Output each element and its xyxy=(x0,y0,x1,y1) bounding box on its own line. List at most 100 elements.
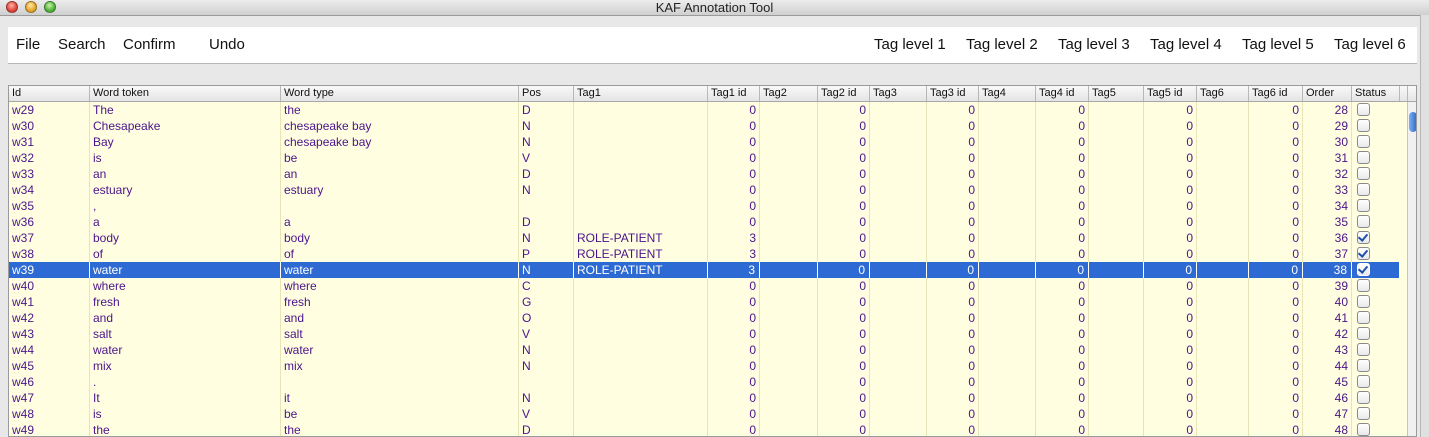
cell-tag1[interactable] xyxy=(574,102,708,118)
cell-tag1-id[interactable]: 0 xyxy=(708,310,760,326)
cell-tag4-id[interactable]: 0 xyxy=(1036,214,1089,230)
cell-word-type[interactable]: body xyxy=(281,230,519,246)
cell-tag1-id[interactable]: 0 xyxy=(708,374,760,390)
cell-tag6[interactable] xyxy=(1197,342,1249,358)
menu-tag-level-6[interactable]: Tag level 6 xyxy=(1334,27,1406,63)
cell-tag2[interactable] xyxy=(760,118,818,134)
cell-tag3-id[interactable]: 0 xyxy=(927,342,979,358)
cell-tag2[interactable] xyxy=(760,166,818,182)
cell-tag6-id[interactable]: 0 xyxy=(1249,422,1303,436)
cell-tag2[interactable] xyxy=(760,246,818,262)
cell-tag4[interactable] xyxy=(979,230,1036,246)
cell-id[interactable]: w38 xyxy=(9,246,90,262)
cell-tag4-id[interactable]: 0 xyxy=(1036,118,1089,134)
cell-word-type[interactable]: and xyxy=(281,310,519,326)
cell-order[interactable]: 41 xyxy=(1303,310,1352,326)
cell-tag3[interactable] xyxy=(870,262,927,278)
cell-tag2-id[interactable]: 0 xyxy=(818,198,870,214)
cell-tag1-id[interactable]: 0 xyxy=(708,358,760,374)
cell-pos[interactable]: N xyxy=(519,182,574,198)
cell-order[interactable]: 31 xyxy=(1303,150,1352,166)
cell-tag2-id[interactable]: 0 xyxy=(818,230,870,246)
cell-tag6[interactable] xyxy=(1197,278,1249,294)
cell-tag1[interactable] xyxy=(574,118,708,134)
cell-tag4-id[interactable]: 0 xyxy=(1036,374,1089,390)
cell-tag5-id[interactable]: 0 xyxy=(1144,326,1197,342)
cell-tag2-id[interactable]: 0 xyxy=(818,214,870,230)
cell-tag5[interactable] xyxy=(1089,294,1144,310)
cell-word-token[interactable]: . xyxy=(90,374,281,390)
cell-id[interactable]: w41 xyxy=(9,294,90,310)
cell-pos[interactable]: D xyxy=(519,166,574,182)
status-checkbox[interactable] xyxy=(1357,247,1370,260)
cell-tag1-id[interactable]: 0 xyxy=(708,326,760,342)
cell-pos[interactable] xyxy=(519,374,574,390)
cell-tag1-id[interactable]: 0 xyxy=(708,198,760,214)
scrollbar-thumb[interactable] xyxy=(1409,112,1416,132)
cell-tag6-id[interactable]: 0 xyxy=(1249,118,1303,134)
cell-tag6-id[interactable]: 0 xyxy=(1249,182,1303,198)
table-row[interactable]: w39 water water N ROLE-PATIENT 3 0 0 0 0 0 38 xyxy=(9,262,1400,278)
cell-id[interactable]: w33 xyxy=(9,166,90,182)
cell-tag6-id[interactable]: 0 xyxy=(1249,342,1303,358)
cell-id[interactable]: w37 xyxy=(9,230,90,246)
cell-status[interactable] xyxy=(1352,102,1400,118)
cell-id[interactable]: w48 xyxy=(9,406,90,422)
cell-tag4[interactable] xyxy=(979,374,1036,390)
cell-tag5-id[interactable]: 0 xyxy=(1144,214,1197,230)
cell-tag5[interactable] xyxy=(1089,230,1144,246)
cell-order[interactable]: 43 xyxy=(1303,342,1352,358)
cell-id[interactable]: w40 xyxy=(9,278,90,294)
cell-tag5-id[interactable]: 0 xyxy=(1144,262,1197,278)
cell-tag1[interactable] xyxy=(574,198,708,214)
cell-id[interactable]: w34 xyxy=(9,182,90,198)
cell-tag4-id[interactable]: 0 xyxy=(1036,102,1089,118)
table-row[interactable]: w31 Bay chesapeake bay N 0 0 0 0 0 0 30 xyxy=(9,134,1400,150)
table-row[interactable]: w38 of of P ROLE-PATIENT 3 0 0 0 0 0 37 xyxy=(9,246,1400,262)
cell-tag2-id[interactable]: 0 xyxy=(818,326,870,342)
cell-tag3-id[interactable]: 0 xyxy=(927,326,979,342)
table-row[interactable]: w49 the the D 0 0 0 0 0 0 48 xyxy=(9,422,1400,436)
cell-order[interactable]: 36 xyxy=(1303,230,1352,246)
cell-tag2[interactable] xyxy=(760,358,818,374)
cell-tag1[interactable] xyxy=(574,342,708,358)
cell-tag2-id[interactable]: 0 xyxy=(818,118,870,134)
cell-tag1[interactable] xyxy=(574,214,708,230)
table-row[interactable]: w33 an an D 0 0 0 0 0 0 32 xyxy=(9,166,1400,182)
table-row[interactable]: w40 where where C 0 0 0 0 0 0 39 xyxy=(9,278,1400,294)
cell-word-token[interactable]: Bay xyxy=(90,134,281,150)
cell-word-type[interactable]: chesapeake bay xyxy=(281,118,519,134)
cell-word-token[interactable]: is xyxy=(90,406,281,422)
cell-tag3[interactable] xyxy=(870,406,927,422)
column-header-tag2-id[interactable]: Tag2 id xyxy=(818,86,870,101)
cell-tag1[interactable] xyxy=(574,182,708,198)
cell-tag4[interactable] xyxy=(979,342,1036,358)
cell-tag1-id[interactable]: 3 xyxy=(708,230,760,246)
cell-tag6-id[interactable]: 0 xyxy=(1249,246,1303,262)
cell-tag4[interactable] xyxy=(979,198,1036,214)
cell-tag5-id[interactable]: 0 xyxy=(1144,390,1197,406)
cell-tag6-id[interactable]: 0 xyxy=(1249,406,1303,422)
cell-tag4-id[interactable]: 0 xyxy=(1036,246,1089,262)
cell-tag4-id[interactable]: 0 xyxy=(1036,342,1089,358)
cell-tag2[interactable] xyxy=(760,278,818,294)
table-row[interactable]: w47 It it N 0 0 0 0 0 0 46 xyxy=(9,390,1400,406)
cell-status[interactable] xyxy=(1352,198,1400,214)
cell-tag6[interactable] xyxy=(1197,262,1249,278)
cell-tag2-id[interactable]: 0 xyxy=(818,134,870,150)
cell-tag3[interactable] xyxy=(870,278,927,294)
cell-status[interactable] xyxy=(1352,182,1400,198)
cell-pos[interactable]: N xyxy=(519,358,574,374)
cell-pos[interactable]: D xyxy=(519,102,574,118)
cell-tag2[interactable] xyxy=(760,150,818,166)
cell-tag4[interactable] xyxy=(979,166,1036,182)
cell-id[interactable]: w45 xyxy=(9,358,90,374)
cell-tag1[interactable] xyxy=(574,326,708,342)
cell-status[interactable] xyxy=(1352,406,1400,422)
cell-order[interactable]: 39 xyxy=(1303,278,1352,294)
column-header-tag3[interactable]: Tag3 xyxy=(870,86,927,101)
cell-tag1[interactable] xyxy=(574,422,708,436)
cell-tag1-id[interactable]: 0 xyxy=(708,134,760,150)
table-row[interactable]: w44 water water N 0 0 0 0 0 0 43 xyxy=(9,342,1400,358)
column-header-tag5-id[interactable]: Tag5 id xyxy=(1144,86,1197,101)
